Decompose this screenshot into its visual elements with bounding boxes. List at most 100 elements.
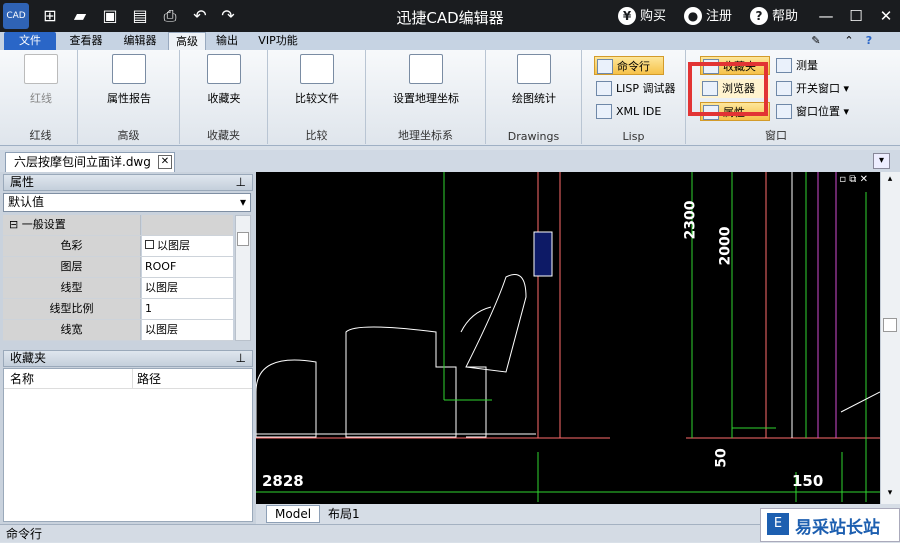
redline-button[interactable]: 红线	[14, 54, 68, 106]
property-value[interactable]: 以图层	[142, 320, 233, 340]
tab-editor[interactable]: 编辑器	[116, 32, 164, 50]
property-value[interactable]: 以图层	[142, 278, 233, 298]
help-link[interactable]: ? 帮助	[750, 7, 798, 27]
command-line-status[interactable]: 命令行	[6, 527, 42, 541]
property-key: 图层	[3, 257, 141, 277]
group-lisp-label: Lisp	[622, 130, 645, 143]
section-general[interactable]: ⊟ 一般设置	[3, 215, 233, 236]
xml-ide-label: XML IDE	[616, 105, 662, 118]
favorites-button-label: 收藏夹	[207, 92, 241, 105]
geo-grid-icon	[409, 54, 443, 84]
drawing-stats-button[interactable]: 绘图统计	[500, 54, 568, 106]
tab-advanced[interactable]: 高级	[168, 32, 206, 50]
property-row[interactable]: 线型比例 1	[3, 299, 233, 320]
drawing-svg	[256, 172, 880, 502]
set-geo-coordinates-button[interactable]: 设置地理坐标	[380, 54, 472, 106]
property-row[interactable]: 线型 以图层	[3, 278, 233, 299]
dimension-lines	[256, 172, 880, 502]
group-drawings: 绘图统计 Drawings	[486, 50, 582, 144]
property-row[interactable]: 图层 ROOF	[3, 257, 233, 278]
tab-output[interactable]: 输出	[210, 32, 244, 50]
window-position-icon	[776, 104, 792, 119]
maximize-button[interactable]: ☐	[846, 6, 866, 26]
left-panel: 属性 ⊥ 默认值 ▾ ⊟ 一般设置 色彩 以图层 图层 ROOF 线型 以图层 …	[0, 172, 256, 524]
favorites-header-row: 名称 路径	[4, 369, 252, 389]
close-tab-icon[interactable]: ✕	[158, 155, 172, 169]
property-report-button[interactable]: 属性报告	[94, 54, 164, 106]
watermark-text: 易采站长站	[795, 518, 880, 538]
collapse-ribbon-icon[interactable]: ⌃	[842, 32, 856, 50]
scroll-thumb[interactable]	[883, 318, 897, 332]
document-tab-label: 六层按摩包间立面详.dwg	[14, 155, 151, 169]
furniture-lines	[256, 274, 536, 438]
canvas-vertical-scrollbar[interactable]: ▴ ▾	[880, 172, 900, 504]
property-key: 线宽	[3, 320, 141, 340]
property-row[interactable]: 色彩 以图层	[3, 236, 233, 257]
properties-header: 属性 ⊥	[3, 174, 253, 191]
buy-link[interactable]: ¥ 购买	[618, 7, 666, 27]
properties-scrollbar[interactable]	[235, 215, 251, 341]
measure-button[interactable]: 测量	[774, 56, 834, 75]
lisp-debugger-button[interactable]: LISP 调试器	[594, 79, 684, 98]
window-position-button[interactable]: 窗口位置 ▾	[774, 102, 862, 121]
tab-model[interactable]: Model	[266, 505, 321, 523]
col-path[interactable]: 路径	[132, 369, 161, 389]
dim-2300: 2300	[682, 200, 699, 240]
col-name[interactable]: 名称	[10, 369, 34, 389]
document-tab-bar: 六层按摩包间立面详.dwg ✕ ▾	[0, 150, 900, 172]
group-geo-label: 地理坐标系	[398, 129, 453, 142]
close-button[interactable]: ✕	[876, 6, 896, 26]
xml-ide-button[interactable]: XML IDE	[594, 102, 674, 121]
group-redline-label: 红线	[29, 129, 52, 142]
drawing-stats-label: 绘图统计	[512, 92, 556, 105]
drawing-canvas[interactable]: 2300 2000 50 2828 150 ▫ ⧉ ✕	[256, 172, 880, 504]
pen-icon[interactable]: ✎	[806, 32, 826, 50]
compare-files-button[interactable]: 比较文件	[282, 54, 352, 106]
tab-layout1[interactable]: 布局1	[328, 504, 360, 524]
toggle-windows-button[interactable]: 开关窗口 ▾	[774, 79, 862, 98]
watermark-logo: E 易采站长站	[760, 508, 900, 542]
group-lisp: 命令行 LISP 调试器 XML IDE Lisp	[582, 50, 686, 144]
property-row[interactable]: 线宽 以图层	[3, 320, 233, 341]
property-value[interactable]: 1	[142, 299, 233, 319]
group-drawings-label: Drawings	[507, 130, 560, 143]
register-label: 注册	[706, 9, 733, 24]
property-key: 线型比例	[3, 299, 141, 319]
scroll-down-icon[interactable]: ▾	[883, 488, 897, 502]
report-icon	[112, 54, 146, 84]
register-link[interactable]: ● 注册	[684, 7, 732, 27]
command-line-button[interactable]: 命令行	[594, 56, 664, 75]
tabs-dropdown-icon[interactable]: ▾	[873, 153, 890, 169]
property-preset-select[interactable]: 默认值 ▾	[3, 193, 251, 212]
chair-base	[466, 366, 487, 438]
property-value[interactable]: ROOF	[142, 257, 233, 277]
section-general-label: ⊟ 一般设置	[3, 215, 141, 235]
scroll-up-icon[interactable]: ▴	[883, 174, 897, 188]
property-key: 色彩	[3, 236, 141, 256]
watermark-icon: E	[767, 513, 789, 535]
document-tab[interactable]: 六层按摩包间立面详.dwg ✕	[5, 152, 175, 172]
xml-icon	[596, 104, 612, 119]
section-general-text: 一般设置	[21, 218, 66, 231]
property-value[interactable]: 以图层	[142, 236, 233, 256]
tab-vip[interactable]: VIP功能	[252, 32, 304, 50]
pin-icon[interactable]: ⊥	[236, 175, 246, 190]
sofa-left	[256, 359, 317, 438]
minimize-button[interactable]: —	[816, 6, 836, 26]
viewport-controls-icon[interactable]: ▫ ⧉ ✕	[839, 174, 868, 185]
ribbon-help-icon[interactable]: ?	[860, 32, 878, 50]
command-line-icon	[597, 59, 613, 74]
pin-icon[interactable]: ⊥	[236, 351, 246, 366]
group-compare-label: 比较	[305, 129, 328, 142]
ruler-icon	[776, 58, 792, 73]
property-report-label: 属性报告	[107, 92, 151, 105]
chair-arm	[460, 306, 492, 333]
scroll-thumb[interactable]	[237, 232, 249, 246]
property-preset-value: 默认值	[8, 195, 45, 209]
property-key: 线型	[3, 278, 141, 298]
tab-viewer[interactable]: 查看器	[62, 32, 110, 50]
help-label: 帮助	[772, 9, 799, 24]
favorites-button[interactable]: 收藏夹	[194, 54, 254, 106]
group-geo: 设置地理坐标 地理坐标系	[366, 50, 486, 144]
tab-file[interactable]: 文件	[4, 32, 56, 50]
